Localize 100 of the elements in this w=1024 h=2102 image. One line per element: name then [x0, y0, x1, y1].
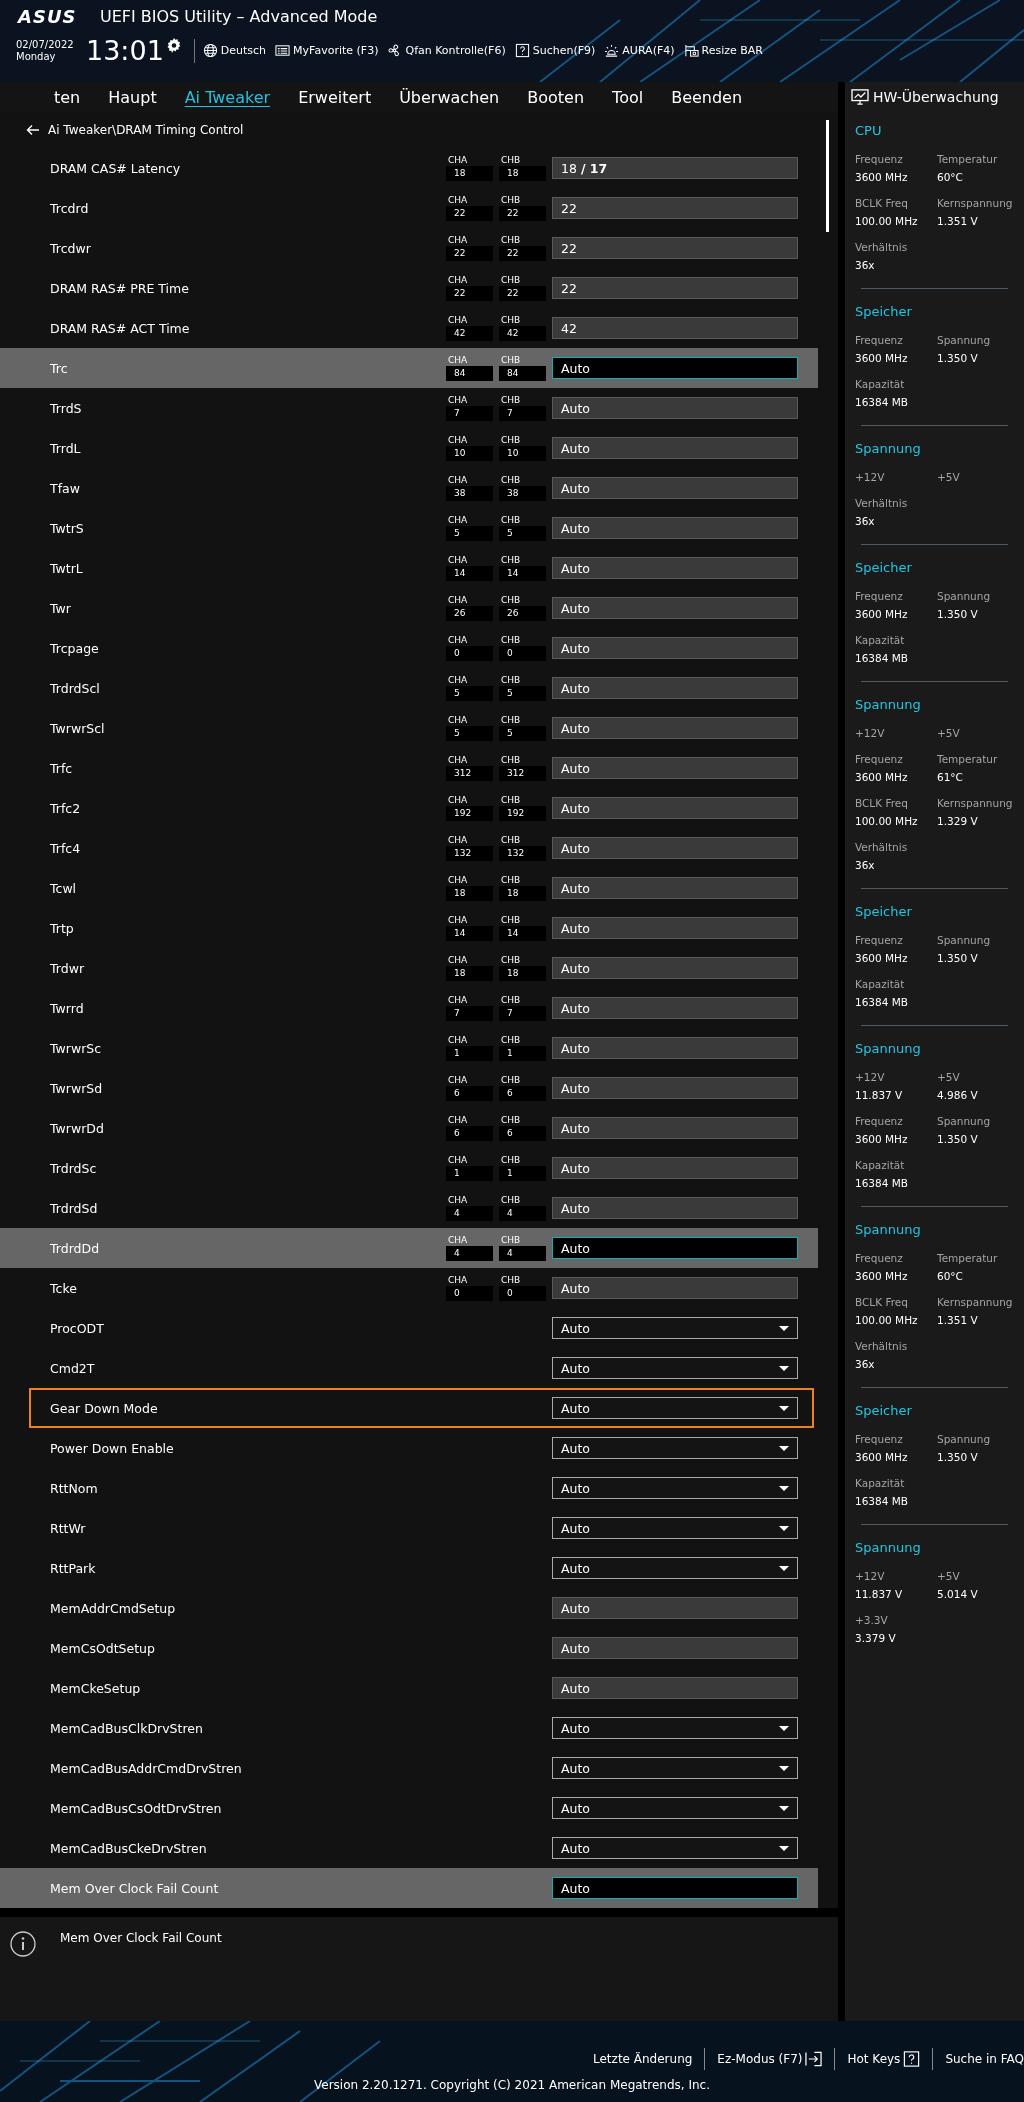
setting-row[interactable]: MemCadBusCsOdtDrvStren Auto — [0, 1788, 818, 1828]
value-field[interactable]: Auto — [552, 677, 798, 699]
setting-row[interactable]: TwtrL CHA 14 CHB 14 Auto — [0, 548, 818, 588]
value-field[interactable]: Auto — [552, 1237, 798, 1259]
setting-row[interactable]: Mem Over Clock Fail Count Auto — [0, 1868, 818, 1908]
setting-row[interactable]: RttPark Auto — [0, 1548, 818, 1588]
value-field[interactable]: Auto — [552, 357, 798, 379]
footer-link[interactable]: Suche in FAQ — [945, 2052, 1024, 2066]
setting-row[interactable]: Trcpage CHA 0 CHB 0 Auto — [0, 628, 818, 668]
value-field[interactable]: Auto — [552, 877, 798, 899]
setting-row[interactable]: MemCkeSetup Auto — [0, 1668, 818, 1708]
setting-row[interactable]: RttWr Auto — [0, 1508, 818, 1548]
dropdown[interactable]: Auto — [552, 1837, 798, 1859]
dropdown[interactable]: Auto — [552, 1797, 798, 1819]
setting-row[interactable]: MemCadBusCkeDrvStren Auto — [0, 1828, 818, 1868]
tab[interactable]: Beenden — [657, 87, 757, 107]
value-field[interactable]: Auto — [552, 517, 798, 539]
value-field[interactable]: Auto — [552, 997, 798, 1019]
value-field[interactable]: Auto — [552, 1037, 798, 1059]
value-field[interactable]: 18 / 17 — [552, 157, 798, 179]
setting-row[interactable]: Trfc4 CHA 132 CHB 132 Auto — [0, 828, 818, 868]
setting-row[interactable]: Trc CHA 84 CHB 84 Auto — [0, 348, 818, 388]
value-field[interactable]: Auto — [552, 477, 798, 499]
settings-icon[interactable] — [165, 36, 182, 53]
tab[interactable]: ten — [40, 87, 95, 107]
dropdown[interactable]: Auto — [552, 1757, 798, 1779]
toolbar-button[interactable]: AURA(F4) — [604, 43, 675, 58]
value-field[interactable]: Auto — [552, 1077, 798, 1099]
value-field[interactable]: Auto — [552, 957, 798, 979]
setting-row[interactable]: TrrdL CHA 10 CHB 10 Auto — [0, 428, 818, 468]
setting-row[interactable]: TrdrdSc CHA 1 CHB 1 Auto — [0, 1148, 818, 1188]
toolbar-button[interactable]: MyFavorite (F3) — [275, 43, 379, 58]
setting-row[interactable]: Trdwr CHA 18 CHB 18 Auto — [0, 948, 818, 988]
value-field[interactable]: Auto — [552, 1597, 798, 1619]
setting-row[interactable]: DRAM CAS# Latency CHA 18 CHB 18 18 / 17 — [0, 148, 818, 188]
setting-row[interactable]: Tfaw CHA 38 CHB 38 Auto — [0, 468, 818, 508]
dropdown[interactable]: Auto — [552, 1557, 798, 1579]
dropdown[interactable]: Auto — [552, 1437, 798, 1459]
footer-link[interactable]: Letzte Änderung — [593, 2052, 693, 2066]
value-field[interactable]: Auto — [552, 597, 798, 619]
setting-row[interactable]: Power Down Enable Auto — [0, 1428, 818, 1468]
toolbar-button[interactable]: Qfan Kontrolle(F6) — [387, 43, 506, 58]
back-arrow-icon[interactable] — [26, 124, 40, 136]
value-field[interactable]: Auto — [552, 1677, 798, 1699]
setting-row[interactable]: DRAM RAS# ACT Time CHA 42 CHB 42 42 — [0, 308, 818, 348]
dropdown[interactable]: Auto — [552, 1357, 798, 1379]
dropdown[interactable]: Auto — [552, 1517, 798, 1539]
value-field[interactable]: Auto — [552, 557, 798, 579]
dropdown[interactable]: Auto — [552, 1477, 798, 1499]
setting-row[interactable]: Cmd2T Auto — [0, 1348, 818, 1388]
value-field[interactable]: Auto — [552, 757, 798, 779]
setting-row[interactable]: TwrwrDd CHA 6 CHB 6 Auto — [0, 1108, 818, 1148]
value-field[interactable]: Auto — [552, 1157, 798, 1179]
value-field[interactable]: Auto — [552, 397, 798, 419]
toolbar-button[interactable]: Deutsch — [202, 43, 267, 58]
setting-row[interactable]: Trfc CHA 312 CHB 312 Auto — [0, 748, 818, 788]
value-field[interactable]: Auto — [552, 637, 798, 659]
setting-row[interactable]: Tcke CHA 0 CHB 0 Auto — [0, 1268, 818, 1308]
value-field[interactable]: Auto — [552, 917, 798, 939]
tab[interactable]: Haupt — [94, 87, 171, 107]
setting-row[interactable]: TwrwrScl CHA 5 CHB 5 Auto — [0, 708, 818, 748]
setting-row[interactable]: Trfc2 CHA 192 CHB 192 Auto — [0, 788, 818, 828]
value-field[interactable]: 22 — [552, 197, 798, 219]
tab[interactable]: Erweitert — [284, 87, 386, 107]
setting-row[interactable]: MemCadBusAddrCmdDrvStren Auto — [0, 1748, 818, 1788]
value-field[interactable]: Auto — [552, 1117, 798, 1139]
setting-row[interactable]: Twrrd CHA 7 CHB 7 Auto — [0, 988, 818, 1028]
tab[interactable]: Ai Tweaker — [170, 87, 285, 107]
dropdown[interactable]: Auto — [552, 1317, 798, 1339]
setting-row[interactable]: TwrwrSc CHA 1 CHB 1 Auto — [0, 1028, 818, 1068]
setting-row[interactable]: MemCadBusClkDrvStren Auto — [0, 1708, 818, 1748]
setting-row[interactable]: Trcdrd CHA 22 CHB 22 22 — [0, 188, 818, 228]
tab[interactable]: Booten — [513, 87, 599, 107]
value-field[interactable]: Auto — [552, 837, 798, 859]
tab[interactable]: Überwachen — [385, 87, 514, 107]
footer-link[interactable]: Ez-Modus (F7) — [717, 2051, 823, 2067]
setting-row[interactable]: TwtrS CHA 5 CHB 5 Auto — [0, 508, 818, 548]
value-field[interactable]: 42 — [552, 317, 798, 339]
value-field[interactable]: Auto — [552, 1197, 798, 1219]
setting-row[interactable]: MemAddrCmdSetup Auto — [0, 1588, 818, 1628]
setting-row[interactable]: MemCsOdtSetup Auto — [0, 1628, 818, 1668]
setting-row[interactable]: RttNom Auto — [0, 1468, 818, 1508]
setting-row[interactable]: ProcODT Auto — [0, 1308, 818, 1348]
setting-row[interactable]: DRAM RAS# PRE Time CHA 22 CHB 22 22 — [0, 268, 818, 308]
value-field[interactable]: Auto — [552, 1877, 798, 1899]
value-field[interactable]: Auto — [552, 437, 798, 459]
toolbar-button[interactable]: Suchen(F9) — [514, 43, 596, 58]
setting-row[interactable]: Gear Down Mode Auto — [0, 1388, 818, 1428]
value-field[interactable]: 22 — [552, 277, 798, 299]
setting-row[interactable]: TrdrdDd CHA 4 CHB 4 Auto — [0, 1228, 818, 1268]
value-field[interactable]: Auto — [552, 797, 798, 819]
setting-row[interactable]: TrdrdSd CHA 4 CHB 4 Auto — [0, 1188, 818, 1228]
dropdown[interactable]: Auto — [552, 1397, 798, 1419]
toolbar-button[interactable]: Resize BAR — [683, 43, 763, 58]
setting-row[interactable]: Trcdwr CHA 22 CHB 22 22 — [0, 228, 818, 268]
value-field[interactable]: 22 — [552, 237, 798, 259]
value-field[interactable]: Auto — [552, 717, 798, 739]
setting-row[interactable]: Twr CHA 26 CHB 26 Auto — [0, 588, 818, 628]
footer-link[interactable]: Hot Keys — [847, 2051, 921, 2067]
setting-row[interactable]: Trtp CHA 14 CHB 14 Auto — [0, 908, 818, 948]
